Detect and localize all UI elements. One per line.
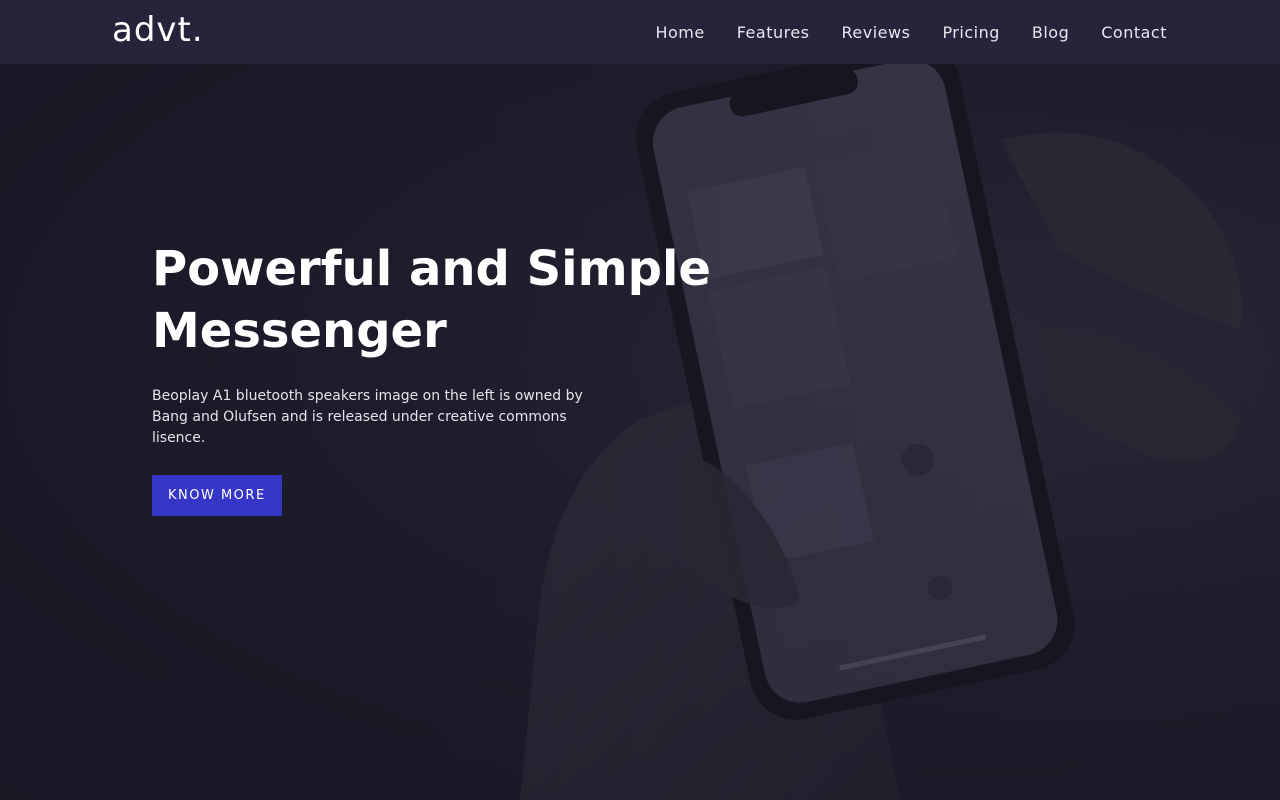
hero-title-line-1: Powerful and Simple — [152, 241, 711, 297]
hero-content: Powerful and Simple Messenger Beoplay A1… — [152, 238, 712, 516]
nav-menu: Home Features Reviews Pricing Blog Conta… — [655, 0, 1167, 64]
nav-link-reviews[interactable]: Reviews — [842, 23, 911, 42]
hero-description: Beoplay A1 bluetooth speakers image on t… — [152, 388, 583, 446]
know-more-button[interactable]: KNOW MORE — [152, 475, 282, 516]
site-logo[interactable]: advt. — [112, 10, 204, 50]
nav-link-features[interactable]: Features — [737, 23, 810, 42]
landing-page: advt. Home Features Reviews Pricing Blog… — [0, 0, 1280, 800]
hero-title-line-2: Messenger — [152, 303, 447, 359]
hero-title: Powerful and Simple Messenger — [152, 238, 712, 362]
nav-link-blog[interactable]: Blog — [1032, 23, 1069, 42]
nav-link-home[interactable]: Home — [655, 23, 704, 42]
navbar: advt. Home Features Reviews Pricing Blog… — [0, 0, 1280, 64]
nav-link-pricing[interactable]: Pricing — [942, 23, 999, 42]
nav-link-contact[interactable]: Contact — [1101, 23, 1167, 42]
